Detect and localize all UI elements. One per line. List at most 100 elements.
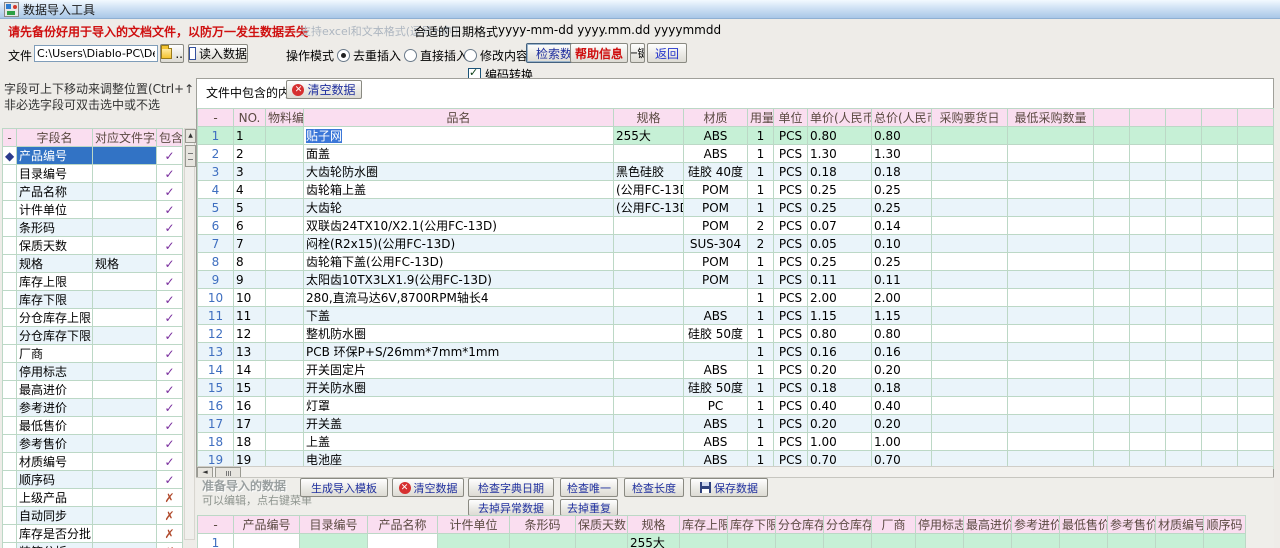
empty-cell[interactable] (1094, 217, 1130, 235)
material-cell[interactable]: PC (684, 397, 748, 415)
unit-price-cell[interactable]: 0.18 (808, 379, 872, 397)
empty-cell[interactable] (1094, 145, 1130, 163)
empty-cell[interactable] (1166, 289, 1202, 307)
product-name-cell[interactable]: 280,直流马达6V,8700RPM轴长4 (304, 289, 614, 307)
field-row[interactable]: 条形码 ✓ (3, 219, 183, 237)
empty-cell[interactable] (1238, 415, 1274, 433)
mapped-file-field-cell[interactable] (93, 165, 157, 183)
material-code-cell[interactable] (266, 361, 304, 379)
row-number-cell[interactable]: 12 (198, 325, 234, 343)
qty-cell[interactable]: 1 (748, 127, 774, 145)
empty-cell[interactable] (1094, 433, 1130, 451)
empty-cell[interactable] (1094, 325, 1130, 343)
empty-cell[interactable] (1094, 163, 1130, 181)
scrollbar-thumb[interactable] (185, 145, 196, 167)
check-icon[interactable]: ✓ (157, 417, 183, 435)
field-row[interactable]: 分仓库存下限✓ (3, 327, 183, 345)
unit-price-cell[interactable]: 0.25 (808, 181, 872, 199)
empty-cell[interactable] (1202, 271, 1238, 289)
unit-cell[interactable]: PCS (774, 433, 808, 451)
empty-cell[interactable] (1094, 253, 1130, 271)
field-row[interactable]: 规格规格✓ (3, 255, 183, 273)
unit-price-cell[interactable]: 2.00 (808, 289, 872, 307)
unit-price-cell[interactable]: 0.20 (808, 415, 872, 433)
material-cell[interactable]: 硅胶 40度 (684, 163, 748, 181)
check-icon[interactable]: ✓ (157, 345, 183, 363)
check-icon[interactable]: ✓ (157, 219, 183, 237)
empty-cell[interactable] (1166, 199, 1202, 217)
prepare-cell[interactable] (438, 534, 510, 548)
purchase-date-cell[interactable] (932, 199, 1008, 217)
empty-cell[interactable] (1238, 163, 1274, 181)
empty-cell[interactable] (1238, 271, 1274, 289)
row-number-cell[interactable]: 9 (198, 271, 234, 289)
empty-cell[interactable] (1238, 343, 1274, 361)
unit-price-cell[interactable]: 1.00 (808, 433, 872, 451)
spec-cell[interactable] (614, 253, 684, 271)
empty-cell[interactable] (1130, 181, 1166, 199)
min-purchase-qty-cell[interactable] (1008, 289, 1094, 307)
field-row[interactable]: 装箱分拆✗ (3, 543, 183, 548)
field-name-cell[interactable]: 目录编号 (17, 165, 93, 183)
empty-cell[interactable] (1166, 163, 1202, 181)
min-purchase-qty-cell[interactable] (1008, 253, 1094, 271)
row-number-cell[interactable]: 14 (198, 361, 234, 379)
min-purchase-qty-cell[interactable] (1008, 199, 1094, 217)
content-row[interactable]: 1212整机防水圈硅胶 50度1PCS0.800.80 (198, 325, 1274, 343)
purchase-date-cell[interactable] (932, 271, 1008, 289)
field-name-cell[interactable]: 分仓库存下限 (17, 327, 93, 345)
file-path-input[interactable] (34, 45, 158, 62)
unit-cell[interactable]: PCS (774, 181, 808, 199)
field-row[interactable]: 厂商✓ (3, 345, 183, 363)
empty-cell[interactable] (1094, 181, 1130, 199)
unit-price-cell[interactable]: 0.07 (808, 217, 872, 235)
spec-cell[interactable] (614, 307, 684, 325)
material-code-cell[interactable] (266, 127, 304, 145)
spec-cell[interactable] (614, 145, 684, 163)
check-dict-date-button[interactable]: 检查字典日期 (468, 478, 554, 497)
material-code-cell[interactable] (266, 217, 304, 235)
field-row[interactable]: 最高进价✓ (3, 381, 183, 399)
mapped-file-field-cell[interactable] (93, 543, 157, 548)
total-price-cell[interactable]: 1.15 (872, 307, 932, 325)
field-row[interactable]: 上级产品✗ (3, 489, 183, 507)
empty-cell[interactable] (1202, 253, 1238, 271)
field-row[interactable]: 停用标志✓ (3, 363, 183, 381)
total-price-cell[interactable]: 0.11 (872, 271, 932, 289)
total-price-cell[interactable]: 1.30 (872, 145, 932, 163)
unit-cell[interactable]: PCS (774, 307, 808, 325)
no-cell[interactable]: 15 (234, 379, 266, 397)
total-price-cell[interactable]: 2.00 (872, 289, 932, 307)
empty-cell[interactable] (1202, 163, 1238, 181)
min-purchase-qty-cell[interactable] (1008, 145, 1094, 163)
content-row[interactable]: 55大齿轮(公用FC-13D)POM1PCS0.250.25 (198, 199, 1274, 217)
empty-cell[interactable] (1238, 361, 1274, 379)
prepare-cell[interactable] (1156, 534, 1204, 548)
qty-cell[interactable]: 1 (748, 415, 774, 433)
field-row[interactable]: 目录编号✓ (3, 165, 183, 183)
field-name-cell[interactable]: 自动同步 (17, 507, 93, 525)
content-row[interactable]: 99太阳齿10TX3LX1.9(公用FC-13D)POM1PCS0.110.11 (198, 271, 1274, 289)
field-name-cell[interactable]: 条形码 (17, 219, 93, 237)
total-price-cell[interactable]: 0.80 (872, 325, 932, 343)
purchase-date-cell[interactable] (932, 235, 1008, 253)
no-cell[interactable]: 13 (234, 343, 266, 361)
row-number-cell[interactable]: 13 (198, 343, 234, 361)
empty-cell[interactable] (1130, 127, 1166, 145)
product-name-cell[interactable]: 太阳齿10TX3LX1.9(公用FC-13D) (304, 271, 614, 289)
unit-cell[interactable]: PCS (774, 127, 808, 145)
radio-modify-content[interactable]: 修改内容 (464, 47, 528, 64)
material-code-cell[interactable] (266, 415, 304, 433)
product-name-cell[interactable]: 下盖 (304, 307, 614, 325)
mapped-file-field-cell[interactable] (93, 309, 157, 327)
total-price-cell[interactable]: 0.25 (872, 181, 932, 199)
spec-cell[interactable] (614, 361, 684, 379)
unit-price-cell[interactable]: 1.15 (808, 307, 872, 325)
field-row[interactable]: 最低售价✓ (3, 417, 183, 435)
total-price-cell[interactable]: 1.00 (872, 433, 932, 451)
empty-cell[interactable] (1166, 361, 1202, 379)
unit-price-cell[interactable]: 0.25 (808, 253, 872, 271)
empty-cell[interactable] (1166, 253, 1202, 271)
empty-cell[interactable] (1130, 415, 1166, 433)
prepare-cell[interactable] (234, 534, 300, 548)
